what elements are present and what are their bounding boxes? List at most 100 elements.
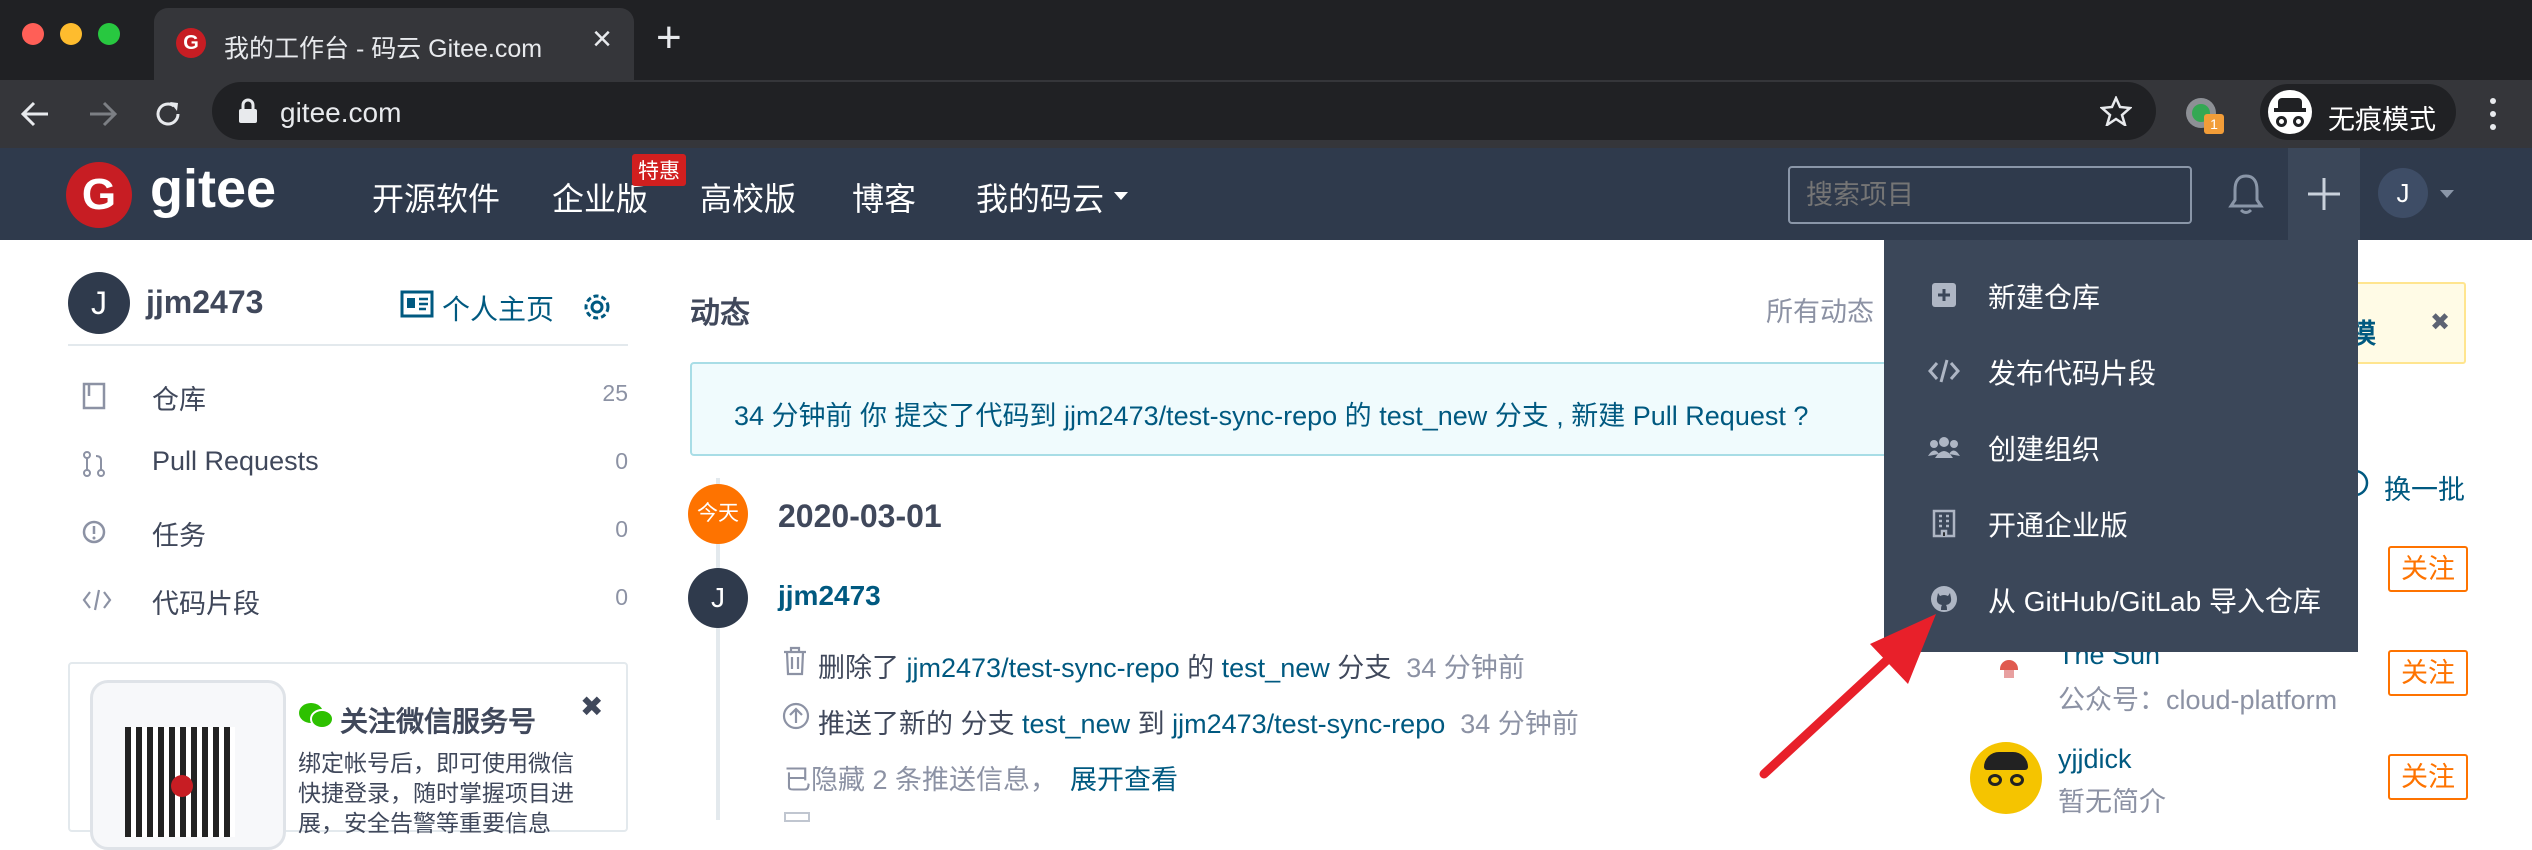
code-snippet-icon	[82, 589, 112, 611]
banner-close-icon[interactable]: ✖	[2430, 308, 2450, 337]
site-header: G gitee 开源软件 企业版 特惠 高校版 博客 我的码云 J	[0, 148, 2532, 240]
sidebar-item-snippets[interactable]: 代码片段 0	[68, 578, 628, 622]
menu-item-create-org[interactable]: 创建组织	[1884, 408, 2358, 484]
event-push-branch: 推送了新的 分支 test_new 到 jjm2473/test-sync-re…	[818, 709, 1579, 739]
logo-text[interactable]: gitee	[150, 158, 276, 220]
search-input[interactable]	[1788, 166, 2192, 224]
follow-button[interactable]: 关注	[2388, 546, 2468, 592]
browser-tab[interactable]: G 我的工作台 - 码云 Gitee.com ×	[154, 8, 634, 80]
tab-close-icon[interactable]: ×	[592, 22, 612, 56]
lock-icon	[239, 98, 257, 123]
menu-item-label: 创建组织	[1988, 434, 2101, 465]
sidebar-item-label: 仓库	[152, 385, 206, 415]
nav-opensource[interactable]: 开源软件	[372, 174, 500, 220]
nav-education[interactable]: 高校版	[700, 174, 796, 220]
nav-blog[interactable]: 博客	[852, 174, 916, 220]
building-icon	[1932, 509, 1956, 538]
sidebar-item-count: 0	[615, 448, 628, 474]
id-card-icon	[400, 290, 434, 318]
menu-item-new-snippet[interactable]: 发布代码片段	[1884, 332, 2358, 408]
incognito-indicator[interactable]: 无痕模式	[2260, 84, 2456, 140]
event-repo-link[interactable]: jjm2473/test-sync-repo	[907, 653, 1180, 683]
sidebar-item-label: 任务	[152, 521, 206, 551]
browser-toolbar: gitee.com 1 无痕模式	[0, 80, 2532, 148]
new-pull-request-link[interactable]: 分支 , 新建 Pull Request ?	[1487, 401, 1809, 431]
user-avatar-sun[interactable]	[1994, 660, 2026, 688]
menu-item-import-repo[interactable]: 从 GitHub/GitLab 导入仓库	[1884, 560, 2358, 636]
feed-filter[interactable]: 所有动态	[1766, 290, 1874, 329]
sidebar-item-repos[interactable]: 仓库 25	[68, 374, 628, 418]
today-badge: 今天	[688, 484, 748, 544]
expand-link[interactable]: 展开查看	[1070, 758, 1178, 797]
event-repo-link[interactable]: jjm2473/test-sync-repo	[1172, 709, 1445, 739]
refresh-link[interactable]: 换一批	[2384, 468, 2465, 507]
chevron-down-icon	[1114, 192, 1128, 200]
window-maximize-button[interactable]	[98, 23, 120, 45]
follow-user-desc: 公众号：cloud-platform	[2058, 685, 2338, 715]
phone-frame	[90, 680, 286, 850]
notice-repo-link[interactable]: jjm2473/test-sync-repo	[1064, 401, 1337, 431]
wechat-close-icon[interactable]: ✖	[580, 690, 603, 723]
user-avatar-yjjdick[interactable]	[1970, 742, 2042, 814]
notice-branch-link[interactable]: test_new	[1379, 401, 1487, 431]
back-arrow-icon[interactable]	[20, 100, 50, 128]
extension-badge: 1	[2204, 114, 2224, 134]
sidebar-avatar[interactable]: J	[68, 272, 130, 334]
plus-icon	[2308, 178, 2340, 210]
trash-icon	[784, 646, 806, 676]
code-icon	[1928, 359, 1960, 383]
follow-user-desc: 暂无简介	[2058, 787, 2166, 817]
annotation-arrow-icon	[1759, 614, 1936, 779]
event-branch-link[interactable]: test_new	[1222, 653, 1330, 683]
browser-tab-bar: G 我的工作台 - 码云 Gitee.com × +	[0, 0, 2532, 80]
feed-title: 动态	[690, 297, 750, 330]
sidebar-item-label: 代码片段	[152, 589, 260, 619]
gitee-logo-icon[interactable]: G	[66, 162, 132, 228]
homepage-link[interactable]: 个人主页	[442, 288, 554, 328]
event-user-avatar[interactable]: J	[688, 568, 748, 628]
follow-button[interactable]: 关注	[2388, 754, 2468, 800]
extension-icon[interactable]: 1	[2186, 98, 2224, 134]
avatar-chevron-down-icon[interactable]	[2440, 190, 2454, 198]
event-user-link[interactable]: jjm2473	[778, 580, 881, 612]
window-close-button[interactable]	[22, 23, 44, 45]
notice-text: 34 分钟前 你 提交了代码到 jjm2473/test-sync-repo 的…	[734, 401, 1809, 431]
user-avatar[interactable]: J	[2378, 168, 2428, 218]
wechat-desc-2: 快捷登录，随时掌握项目进	[298, 780, 574, 806]
browser-menu-icon[interactable]	[2490, 98, 2496, 130]
menu-item-new-repo[interactable]: 新建仓库	[1884, 256, 2358, 332]
forward-arrow-icon[interactable]	[88, 100, 118, 128]
bookmark-star-icon[interactable]	[2100, 96, 2132, 126]
group-icon	[1928, 437, 1960, 458]
sidebar-item-label: Pull Requests	[152, 446, 319, 476]
wechat-desc-3: 展，安全告警等重要信息	[298, 810, 551, 836]
create-plus-button[interactable]	[2288, 148, 2360, 240]
url-text: gitee.com	[280, 97, 402, 128]
follow-user-name[interactable]: yjjdick	[2058, 744, 2132, 775]
wechat-card: 关注微信服务号 绑定帐号后，即可使用微信 快捷登录，随时掌握项目进 展，安全告警…	[68, 662, 628, 850]
commit-notice: 34 分钟前 你 提交了代码到 jjm2473/test-sync-repo 的…	[690, 362, 1890, 456]
feed-date: 2020-03-01	[778, 498, 942, 534]
nav-my-gitee[interactable]: 我的码云	[976, 174, 1104, 220]
window-minimize-button[interactable]	[60, 23, 82, 45]
menu-item-enterprise[interactable]: 开通企业版	[1884, 484, 2358, 560]
follow-button[interactable]: 关注	[2388, 650, 2468, 696]
address-bar[interactable]: gitee.com	[212, 82, 2156, 140]
sidebar-item-count: 0	[615, 516, 628, 542]
pull-request-icon	[83, 451, 105, 477]
event-delete-branch: 删除了 jjm2473/test-sync-repo 的 test_new 分支…	[818, 653, 1525, 683]
gitee-favicon-icon: G	[176, 28, 206, 58]
sidebar-item-issues[interactable]: 任务 0	[68, 510, 628, 554]
wechat-desc-1: 绑定帐号后，即可使用微信	[298, 750, 574, 776]
reload-icon[interactable]	[152, 98, 184, 130]
menu-item-label: 新建仓库	[1988, 282, 2101, 313]
event-time: 34 分钟前	[1460, 709, 1579, 739]
incognito-icon	[2268, 90, 2312, 134]
gear-icon[interactable]	[582, 292, 612, 322]
sidebar-item-pull-requests[interactable]: Pull Requests 0	[68, 442, 628, 486]
event-branch-link[interactable]: test_new	[1022, 709, 1130, 739]
new-tab-button[interactable]: +	[656, 16, 682, 60]
plus-square-icon	[1932, 283, 1956, 307]
notification-bell-icon[interactable]	[2228, 172, 2264, 216]
sidebar-username[interactable]: jjm2473	[146, 284, 263, 321]
